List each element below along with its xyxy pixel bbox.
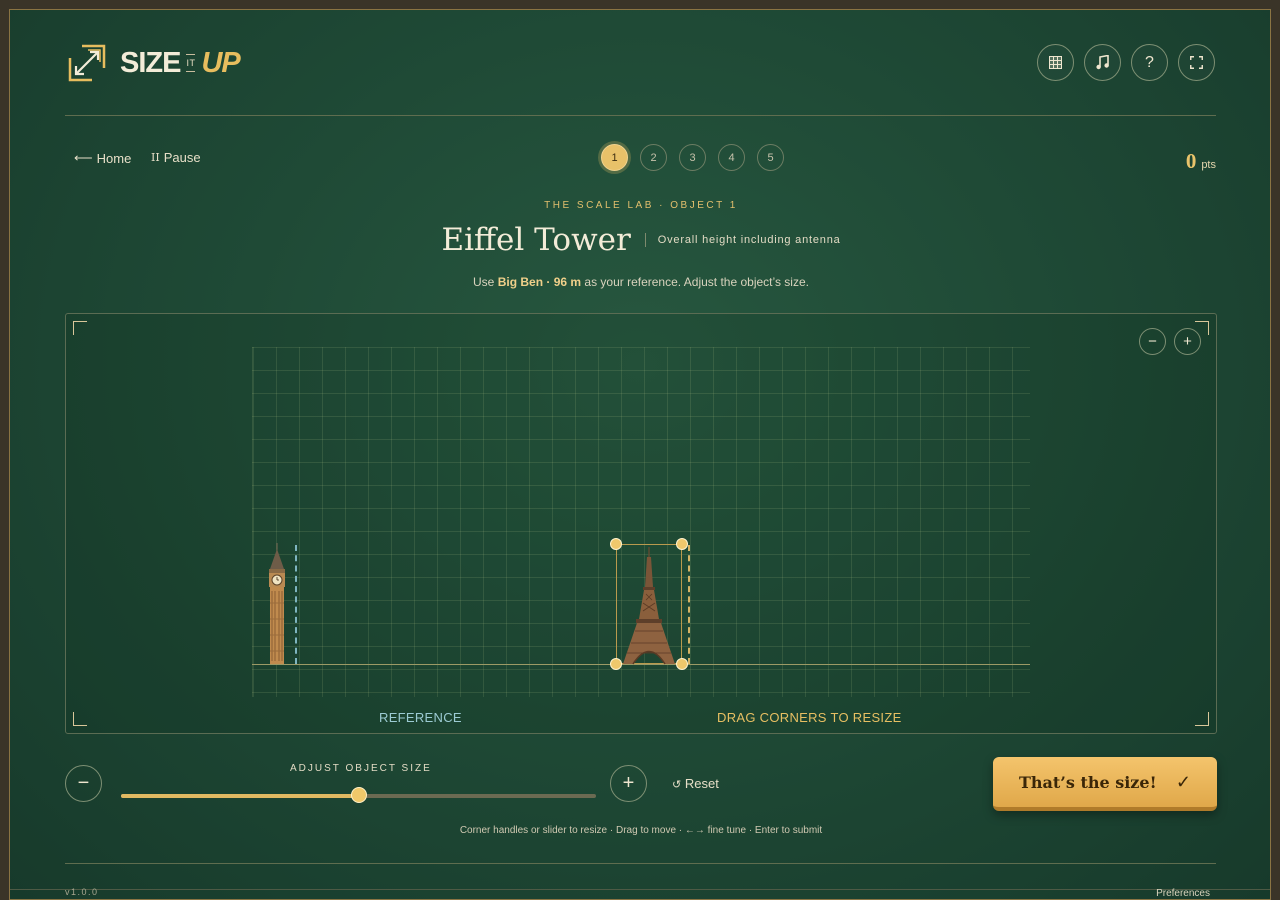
challenge-title: Eiffel Tower: [441, 222, 631, 258]
stage-corner-mark: [73, 712, 87, 726]
step-1[interactable]: 1: [601, 144, 628, 171]
increase-size-button[interactable]: +: [610, 765, 647, 802]
step-5[interactable]: 5: [757, 144, 784, 171]
reset-label: Reset: [684, 776, 719, 791]
challenge-instructions: Use Big Ben · 96 m as your reference. Ad…: [10, 275, 1270, 289]
reset-button[interactable]: ↺ Reset: [672, 776, 719, 791]
home-link[interactable]: ⟵ Home: [74, 150, 131, 166]
home-label: Home: [96, 150, 132, 166]
score: 0 pts: [1186, 149, 1216, 174]
controls-hint: Corner handles or slider to resize · Dra…: [459, 825, 823, 836]
preferences-link[interactable]: Preferences: [1156, 888, 1210, 899]
size-slider-thumb[interactable]: [350, 787, 367, 803]
slider-label: ADJUST OBJECT SIZE: [290, 763, 432, 774]
help-button[interactable]: ?: [1131, 44, 1168, 81]
version-label: v1.0.0: [65, 887, 99, 897]
footer-bar-line: [10, 889, 1270, 890]
submit-label: That’s the size!: [1019, 772, 1157, 792]
instr-suffix: as your reference. Adjust the object’s s…: [581, 275, 809, 289]
resize-handle-bottom-left[interactable]: [610, 658, 622, 670]
challenge-subtitle: Overall height including antenna: [657, 234, 841, 246]
size-slider[interactable]: [121, 787, 596, 803]
submit-size-button[interactable]: That’s the size! ✓: [993, 757, 1217, 811]
pause-label: Pause: [163, 150, 201, 165]
game-frame: SIZE IT UP ? ⟵ Home II Pause 1 2 3 4 5 0…: [9, 9, 1271, 900]
step-indicator: 1 2 3 4 5: [601, 144, 784, 171]
reference-height-line: [295, 545, 297, 664]
reset-icon: ↺: [672, 779, 682, 791]
size-slider-fill: [121, 794, 359, 798]
logo-wordmark: SIZE IT UP: [120, 46, 241, 80]
resize-handle-bottom-right[interactable]: [676, 658, 688, 670]
grid-toggle-button[interactable]: [1037, 44, 1074, 81]
logo: SIZE IT UP: [68, 44, 241, 82]
object-height-line: [688, 545, 690, 664]
decrease-size-button[interactable]: −: [65, 765, 102, 802]
score-value: 0: [1185, 149, 1197, 173]
pause-icon: II: [151, 151, 160, 164]
header-toolbar: ?: [1037, 44, 1215, 81]
reference-label: REFERENCE: [379, 710, 462, 725]
step-4[interactable]: 4: [718, 144, 745, 171]
challenge-title-row: Eiffel Tower Overall height including an…: [10, 222, 1270, 258]
scale-stage[interactable]: − + REFERENCE DRAG CORNERS TO RESIZE: [65, 313, 1217, 734]
header-divider: [65, 115, 1216, 116]
fullscreen-button[interactable]: [1178, 44, 1215, 81]
challenge-kicker: THE SCALE LAB · OBJECT 1: [544, 200, 738, 211]
logo-it-text: IT: [186, 54, 196, 72]
big-ben-image: [269, 543, 285, 664]
score-unit: pts: [1201, 159, 1216, 171]
zoom-in-button[interactable]: +: [1174, 328, 1201, 355]
step-3[interactable]: 3: [679, 144, 706, 171]
stage-corner-mark: [73, 321, 87, 335]
grid-icon: [1049, 56, 1062, 69]
resize-handle-top-left[interactable]: [610, 538, 622, 550]
instr-prefix: Use: [473, 275, 498, 289]
reference-name: Big Ben · 96 m: [497, 275, 582, 289]
eiffel-tower-image[interactable]: [619, 547, 679, 665]
music-toggle-button[interactable]: [1084, 44, 1121, 81]
help-icon: ?: [1145, 53, 1154, 71]
resize-logo-icon: [68, 44, 106, 82]
check-icon: ✓: [1175, 771, 1191, 792]
logo-size-text: SIZE: [120, 46, 181, 79]
title-separator: [644, 233, 646, 247]
step-2[interactable]: 2: [640, 144, 667, 171]
pause-button[interactable]: II Pause: [151, 150, 201, 165]
fullscreen-icon: [1190, 56, 1203, 69]
resize-hint-label: DRAG CORNERS TO RESIZE: [717, 710, 902, 725]
arrow-left-icon: ⟵: [74, 150, 93, 165]
music-icon: [1095, 55, 1109, 70]
zoom-out-button[interactable]: −: [1139, 328, 1166, 355]
logo-up-text: UP: [201, 46, 240, 79]
footer-divider: [65, 863, 1216, 864]
resize-handle-top-right[interactable]: [676, 538, 688, 550]
stage-corner-mark: [1195, 712, 1209, 726]
